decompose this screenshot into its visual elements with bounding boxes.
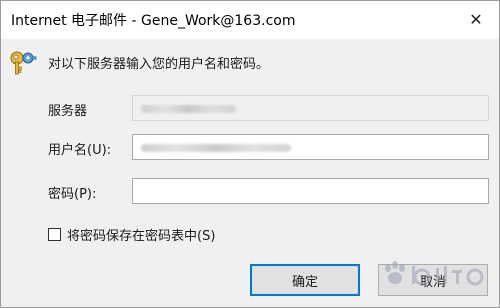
redacted-username-value [141, 144, 291, 152]
ok-button[interactable]: 确定 [250, 264, 360, 296]
server-field [132, 95, 489, 121]
close-button[interactable]: ✕ [461, 5, 491, 33]
dialog-prompt: 对以下服务器输入您的用户名和密码。 [48, 57, 270, 72]
redacted-server-value [141, 105, 236, 113]
title-bar: Internet 电子邮件 - Gene_Work@163.com ✕ [1, 1, 499, 39]
password-input[interactable] [132, 178, 489, 204]
dialog-body: 对以下服务器输入您的用户名和密码。 服务器 用户名(U): 密码(P): 将密码… [1, 39, 499, 307]
ok-button-label: 确定 [291, 274, 318, 290]
login-dialog: Internet 电子邮件 - Gene_Work@163.com ✕ 对以下服… [0, 0, 500, 308]
server-label: 服务器 [48, 104, 88, 119]
cancel-button[interactable]: 取消 [378, 264, 488, 296]
key-icon [10, 51, 37, 75]
username-input[interactable] [132, 134, 489, 160]
close-icon: ✕ [469, 9, 483, 29]
remember-password-label: 将密码保存在密码表中(S) [67, 229, 216, 244]
password-label: 密码(P): [48, 187, 97, 202]
username-label: 用户名(U): [48, 143, 112, 158]
remember-password-option[interactable]: 将密码保存在密码表中(S) [48, 225, 215, 244]
cancel-button-label: 取消 [419, 274, 446, 290]
remember-password-checkbox[interactable] [48, 228, 61, 241]
window-title: Internet 电子邮件 - Gene_Work@163.com [11, 13, 296, 29]
